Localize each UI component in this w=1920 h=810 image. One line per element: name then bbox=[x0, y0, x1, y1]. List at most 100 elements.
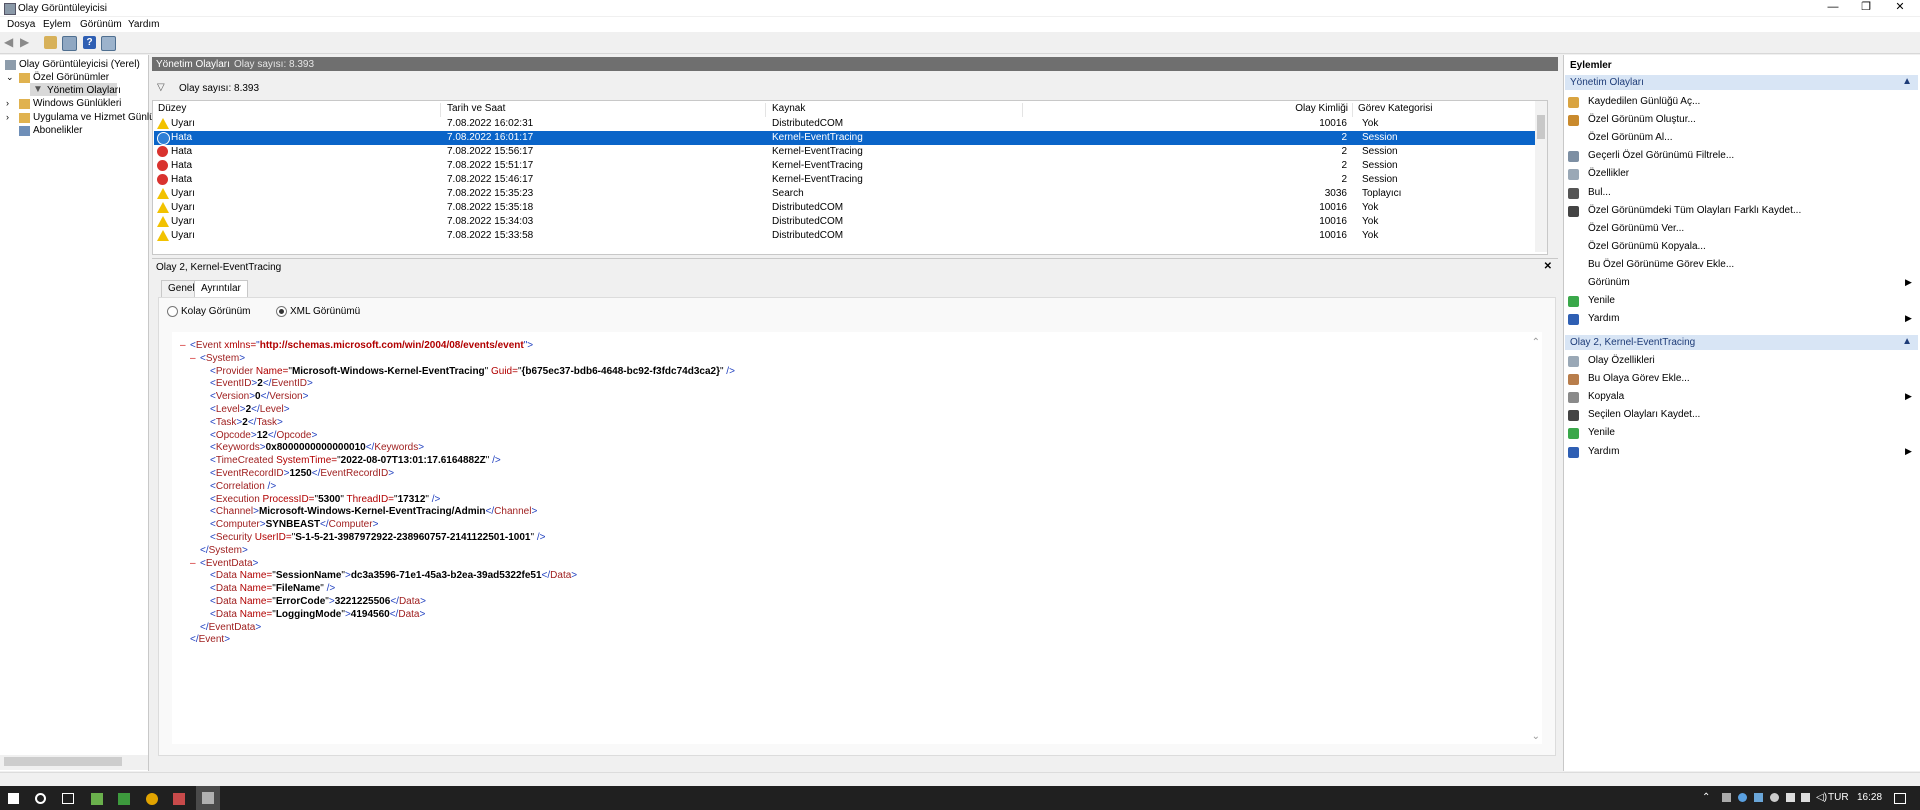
section-admin-events[interactable]: Yönetim Olayları ▲ bbox=[1565, 75, 1918, 90]
table-row[interactable]: Uyarı 7.08.2022 15:34:03 DistributedCOM 100… bbox=[154, 215, 1542, 229]
tray-icon-3[interactable] bbox=[1754, 793, 1763, 802]
table-row[interactable]: Uyarı 7.08.2022 15:33:58 DistributedCOM 100… bbox=[154, 229, 1542, 243]
action-item[interactable]: Özellikler bbox=[1588, 168, 1629, 179]
collapse-marker[interactable]: – bbox=[190, 558, 196, 569]
table-row[interactable]: Uyarı 7.08.2022 16:02:31 DistributedCOM 100… bbox=[154, 117, 1542, 131]
collapse-icon[interactable]: ▲ bbox=[1902, 336, 1912, 347]
table-row[interactable]: Hata 7.08.2022 16:01:17 Kernel-EventTracin… bbox=[154, 131, 1542, 145]
action-item[interactable]: Yardım bbox=[1588, 446, 1620, 457]
collapse-icon[interactable]: ▲ bbox=[1902, 76, 1912, 87]
action-item[interactable]: Özel Görünümdeki Tüm Olayları Farklı Kay… bbox=[1588, 205, 1801, 216]
tray-icon-2[interactable] bbox=[1738, 793, 1747, 802]
app-icon-1[interactable] bbox=[91, 793, 103, 805]
search-icon[interactable] bbox=[35, 793, 46, 804]
tray-icon-4[interactable] bbox=[1770, 793, 1779, 802]
app-icon-3[interactable] bbox=[173, 793, 185, 805]
tray-icon-1[interactable] bbox=[1722, 793, 1731, 802]
tree-admin-events[interactable]: Yönetim Olayları bbox=[47, 85, 121, 96]
menu-action[interactable]: Eylem bbox=[43, 19, 71, 30]
table-row[interactable]: Hata 7.08.2022 15:51:17 Kernel-EventTracin… bbox=[154, 159, 1542, 173]
tree-subscriptions[interactable]: Abonelikler bbox=[33, 125, 82, 136]
column-header-level[interactable]: Düzey bbox=[158, 103, 441, 117]
table-row[interactable]: Hata 7.08.2022 15:46:17 Kernel-EventTracin… bbox=[154, 173, 1542, 187]
back-icon[interactable]: ◀ bbox=[4, 36, 17, 49]
action-item[interactable]: Yenile bbox=[1588, 427, 1615, 438]
action-item[interactable]: Özel Görünümü Kopyala... bbox=[1588, 241, 1706, 252]
folder-up-icon[interactable] bbox=[44, 36, 57, 49]
submenu-arrow-icon[interactable]: ▶ bbox=[1905, 391, 1912, 402]
column-header-event-id[interactable]: Olay Kimliği bbox=[1028, 103, 1353, 117]
scroll-down-icon[interactable]: ⌄ bbox=[1532, 731, 1540, 742]
pane-header: Yönetim Olayları Olay sayısı: 8.393 bbox=[152, 57, 1558, 71]
action-item[interactable]: Kopyala bbox=[1588, 391, 1624, 402]
column-header-date[interactable]: Tarih ve Saat bbox=[447, 103, 766, 117]
scrollbar-thumb[interactable] bbox=[1537, 115, 1545, 139]
action-item[interactable]: Özel Görünüm Oluştur... bbox=[1588, 114, 1696, 125]
cell-event-id: 10016 bbox=[1319, 216, 1347, 227]
detail-close-button[interactable]: ✕ bbox=[1544, 261, 1552, 272]
event-viewer-icon bbox=[202, 792, 214, 804]
scroll-up-icon[interactable]: ⌃ bbox=[1532, 337, 1540, 348]
active-task[interactable] bbox=[196, 786, 220, 810]
tree-root[interactable]: Olay Görüntüleyicisi (Yerel) bbox=[19, 59, 140, 70]
tree-horizontal-scrollbar[interactable] bbox=[0, 755, 148, 770]
section-event[interactable]: Olay 2, Kernel-EventTracing ▲ bbox=[1565, 335, 1918, 350]
chevron-right-icon[interactable]: › bbox=[6, 98, 9, 108]
tab-details[interactable]: Ayrıntılar bbox=[194, 280, 248, 298]
radio-xml-view[interactable] bbox=[276, 306, 287, 317]
collapse-marker[interactable]: – bbox=[190, 353, 196, 364]
tree-app-service-logs[interactable]: Uygulama ve Hizmet Günlük bbox=[33, 112, 160, 123]
action-item[interactable]: Kaydedilen Günlüğü Aç... bbox=[1588, 96, 1700, 107]
action-item[interactable]: Bu Olaya Görev Ekle... bbox=[1588, 373, 1690, 384]
submenu-arrow-icon[interactable]: ▶ bbox=[1905, 277, 1912, 288]
network-icon[interactable] bbox=[1786, 793, 1795, 802]
menu-view[interactable]: Görünüm bbox=[80, 19, 122, 30]
table-row[interactable]: Uyarı 7.08.2022 15:35:23 Search 3036 Toplayı… bbox=[154, 187, 1542, 201]
task-view-icon[interactable] bbox=[62, 793, 74, 804]
action-item[interactable]: Yenile bbox=[1588, 295, 1615, 306]
chevron-right-icon[interactable]: › bbox=[6, 112, 9, 122]
section-event-label: Olay 2, Kernel-EventTracing bbox=[1570, 337, 1696, 348]
close-button[interactable]: ✕ bbox=[1880, 0, 1920, 16]
help-icon[interactable]: ? bbox=[83, 36, 96, 49]
action-item[interactable]: Seçilen Olayları Kaydet... bbox=[1588, 409, 1700, 420]
action-item[interactable]: Bul... bbox=[1588, 187, 1611, 198]
clock[interactable]: 16:28 bbox=[1857, 792, 1882, 803]
xml-line: <Keywords>0x8000000000000010</Keywords> bbox=[210, 442, 425, 454]
action-item[interactable]: Görünüm bbox=[1588, 277, 1630, 288]
start-icon[interactable] bbox=[8, 793, 19, 804]
volume-icon[interactable]: ◁) bbox=[1816, 792, 1827, 803]
submenu-arrow-icon[interactable]: ▶ bbox=[1905, 313, 1912, 324]
chrome-icon[interactable] bbox=[146, 793, 158, 805]
app-icon-2[interactable] bbox=[118, 793, 130, 805]
menu-file[interactable]: Dosya bbox=[7, 19, 35, 30]
forward-icon[interactable]: ▶ bbox=[20, 36, 33, 49]
grid-vertical-scrollbar[interactable] bbox=[1535, 101, 1547, 252]
action-item[interactable]: Yardım bbox=[1588, 313, 1620, 324]
language-indicator[interactable]: TUR bbox=[1828, 792, 1849, 803]
menu-help[interactable]: Yardım bbox=[128, 19, 160, 30]
show-hide-action-pane-icon[interactable] bbox=[101, 36, 116, 51]
action-item[interactable]: Bu Özel Görünüme Görev Ekle... bbox=[1588, 259, 1734, 270]
scrollbar-thumb[interactable] bbox=[4, 757, 122, 766]
column-header-source[interactable]: Kaynak bbox=[772, 103, 1023, 117]
column-header-task-category[interactable]: Görev Kategorisi bbox=[1358, 103, 1528, 117]
xml-viewer[interactable]: – <Event xmlns="http://schemas.microsoft.… bbox=[172, 332, 1542, 744]
action-item[interactable]: Olay Özellikleri bbox=[1588, 355, 1655, 366]
action-item[interactable]: Geçerli Özel Görünümü Filtrele... bbox=[1588, 150, 1734, 161]
notifications-icon[interactable] bbox=[1894, 793, 1906, 804]
tree-custom-views[interactable]: Özel Görünümler bbox=[33, 72, 109, 83]
chevron-down-icon[interactable]: ⌄ bbox=[6, 72, 14, 83]
action-item[interactable]: Özel Görünümü Ver... bbox=[1588, 223, 1684, 234]
battery-icon[interactable] bbox=[1801, 793, 1810, 802]
radio-friendly-view[interactable] bbox=[167, 306, 178, 317]
collapse-marker[interactable]: – bbox=[180, 340, 186, 351]
show-hide-tree-icon[interactable] bbox=[62, 36, 77, 51]
tree-windows-logs[interactable]: Windows Günlükleri bbox=[33, 98, 121, 109]
action-item[interactable]: Özel Görünüm Al... bbox=[1588, 132, 1672, 143]
tray-up-icon[interactable]: ⌃ bbox=[1702, 792, 1710, 803]
submenu-arrow-icon[interactable]: ▶ bbox=[1905, 446, 1912, 457]
table-row[interactable]: Uyarı 7.08.2022 15:35:18 DistributedCOM 100… bbox=[154, 201, 1542, 215]
xml-line: <Data Name="FileName" /> bbox=[210, 583, 336, 595]
table-row[interactable]: Hata 7.08.2022 15:56:17 Kernel-EventTracin… bbox=[154, 145, 1542, 159]
